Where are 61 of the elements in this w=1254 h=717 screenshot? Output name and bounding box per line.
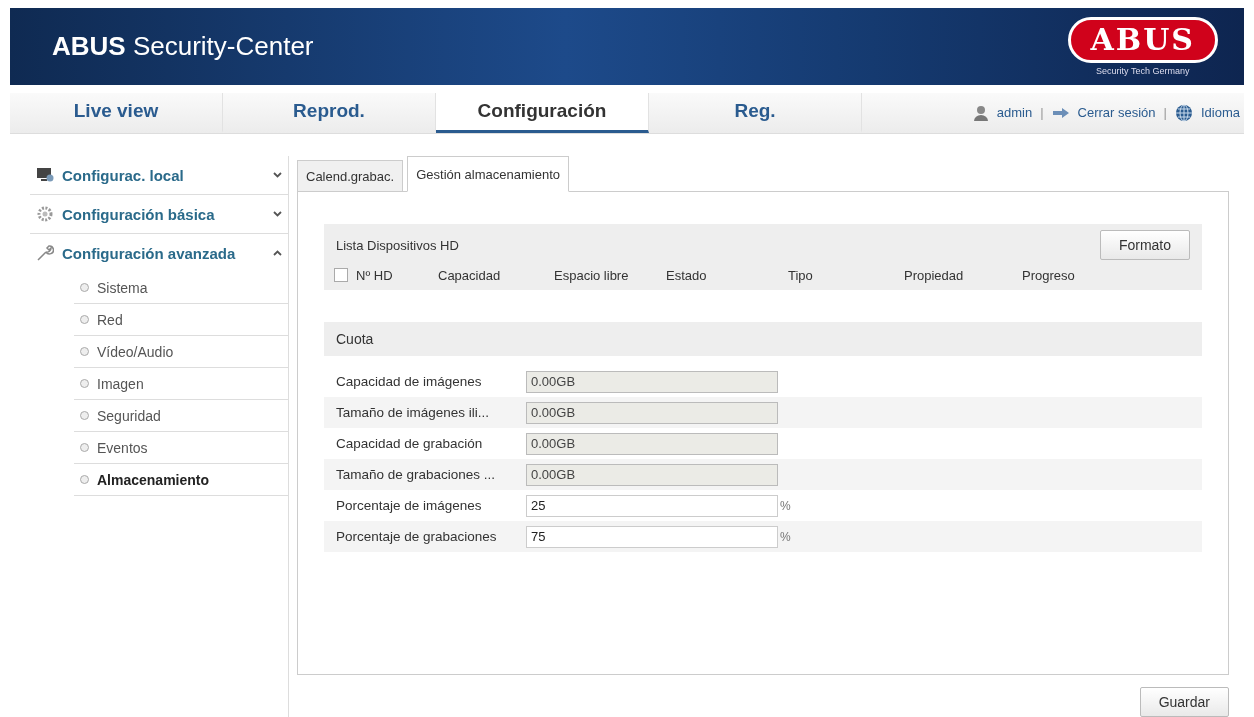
gear-icon (36, 205, 54, 223)
bullet-icon (80, 411, 89, 420)
section-title: Cuota (324, 322, 1202, 356)
field-label: Porcentaje de imágenes (336, 498, 483, 513)
nav-tab[interactable]: Configuración (436, 92, 649, 133)
field-label: Porcentaje de grabaciones (336, 529, 498, 544)
field-label: Tamaño de imágenes ili... (336, 405, 491, 420)
bullet-icon (80, 443, 89, 452)
bullet-icon (80, 475, 89, 484)
brand-logo: ABUS (1067, 17, 1218, 63)
sidebar-item[interactable]: Imagen (74, 368, 288, 400)
sidebar-group[interactable]: Configuración avanzada (30, 234, 288, 272)
bullet-icon (80, 315, 89, 324)
sidebar-item[interactable]: Seguridad (74, 400, 288, 432)
column-header: Estado (666, 267, 708, 283)
bullet-icon (80, 379, 89, 388)
field-label: Tamaño de grabaciones ... (336, 467, 497, 482)
separator: | (1163, 105, 1167, 121)
monitor-gear-icon (36, 167, 54, 183)
nav-tab[interactable]: Live view (10, 92, 223, 133)
language-link[interactable]: Idioma (1200, 105, 1240, 121)
sidebar-item[interactable]: Vídeo/Audio (74, 336, 288, 368)
chevron-up-icon (273, 250, 282, 256)
logo-tagline: Security Tech Germany (1096, 66, 1190, 76)
checkbox[interactable] (334, 268, 348, 282)
bullet-icon (80, 283, 89, 292)
unit-label: % (780, 529, 791, 544)
chevron-down-icon (273, 172, 282, 178)
user-link[interactable]: admin (996, 105, 1033, 121)
sub-tab[interactable]: Calend.grabac. (297, 160, 404, 192)
chevron-down-icon (273, 211, 282, 217)
sidebar-group[interactable]: Configuración básica (30, 195, 288, 234)
logout-icon (1051, 107, 1070, 119)
field-label: Capacidad de imágenes (336, 374, 483, 389)
column-header: Capacidad (438, 267, 502, 283)
separator: | (1040, 105, 1044, 121)
sidebar-item[interactable]: Sistema (74, 272, 288, 304)
user-icon (972, 105, 989, 121)
sidebar-item[interactable]: Eventos (74, 432, 288, 464)
bullet-icon (80, 347, 89, 356)
column-header: Nº HD (356, 267, 393, 283)
column-header: Tipo (788, 267, 814, 283)
sidebar-item[interactable]: Red (74, 304, 288, 336)
input-field[interactable]: 75 (526, 525, 778, 548)
globe-icon (1174, 104, 1193, 122)
logout-link[interactable]: Cerrar sesión (1077, 105, 1156, 121)
section-title: Lista Dispositivos HD (336, 237, 459, 253)
format-button[interactable]: Formato (1099, 230, 1190, 260)
app-title: ABUS Security-Center (52, 31, 314, 62)
sidebar-item[interactable]: Almacenamiento (74, 464, 288, 496)
unit-label: % (780, 498, 791, 513)
field-label: Capacidad de grabación (336, 436, 484, 451)
input-field[interactable]: 25 (526, 494, 778, 517)
column-header: Progreso (1022, 267, 1076, 283)
column-header: Propiedad (904, 267, 965, 283)
nav-tab[interactable]: Reg. (649, 92, 862, 133)
column-header: Espacio libre (554, 267, 630, 283)
save-button[interactable]: Guardar (1139, 687, 1229, 717)
wrench-icon (36, 244, 54, 262)
sub-tab[interactable]: Gestión almacenamiento (407, 156, 569, 192)
sidebar-group[interactable]: Configurac. local (30, 156, 288, 195)
